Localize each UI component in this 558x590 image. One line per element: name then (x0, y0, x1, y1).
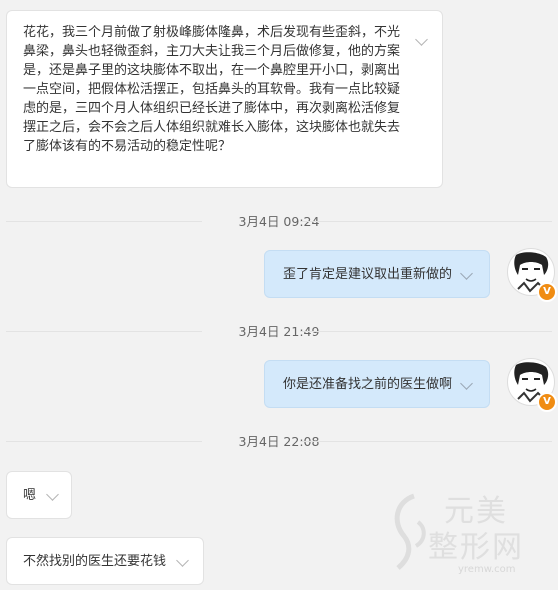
chevron-down-icon[interactable] (176, 554, 189, 567)
message-bubble-incoming: 花花，我三个月前做了射极峰膨体隆鼻，术后发现有些歪斜，不光鼻梁，鼻头也轻微歪斜，… (6, 10, 443, 188)
message-bubble-incoming: 不然找别的医生还要花钱 (6, 537, 204, 585)
chevron-down-icon[interactable] (460, 267, 473, 280)
message-bubble-incoming: 嗯 (6, 471, 72, 519)
message-text: 嗯 (23, 488, 37, 503)
timestamp: 3月4日 09:24 (0, 211, 558, 230)
message-text: 不然找别的医生还要花钱 (23, 554, 167, 569)
watermark-logo-icon (394, 493, 426, 570)
verified-badge-icon: V (537, 392, 557, 412)
message-text: 花花，我三个月前做了射极峰膨体隆鼻，术后发现有些歪斜，不光鼻梁，鼻头也轻微歪斜，… (23, 25, 401, 154)
message-bubble-outgoing: 歪了肯定是建议取出重新做的 (264, 250, 490, 298)
message-bubble-outgoing: 你是还准备找之前的医生做啊 (264, 360, 490, 408)
chevron-down-icon[interactable] (460, 377, 473, 390)
chevron-down-icon[interactable] (46, 488, 59, 501)
watermark: 元美 整形网 yremw.com (384, 484, 544, 584)
chevron-down-icon[interactable] (415, 33, 428, 46)
verified-badge-icon: V (537, 282, 557, 302)
timestamp: 3月4日 22:08 (0, 431, 558, 450)
message-text: 歪了肯定是建议取出重新做的 (283, 267, 453, 282)
message-text: 你是还准备找之前的医生做啊 (283, 377, 453, 392)
timestamp: 3月4日 21:49 (0, 321, 558, 340)
